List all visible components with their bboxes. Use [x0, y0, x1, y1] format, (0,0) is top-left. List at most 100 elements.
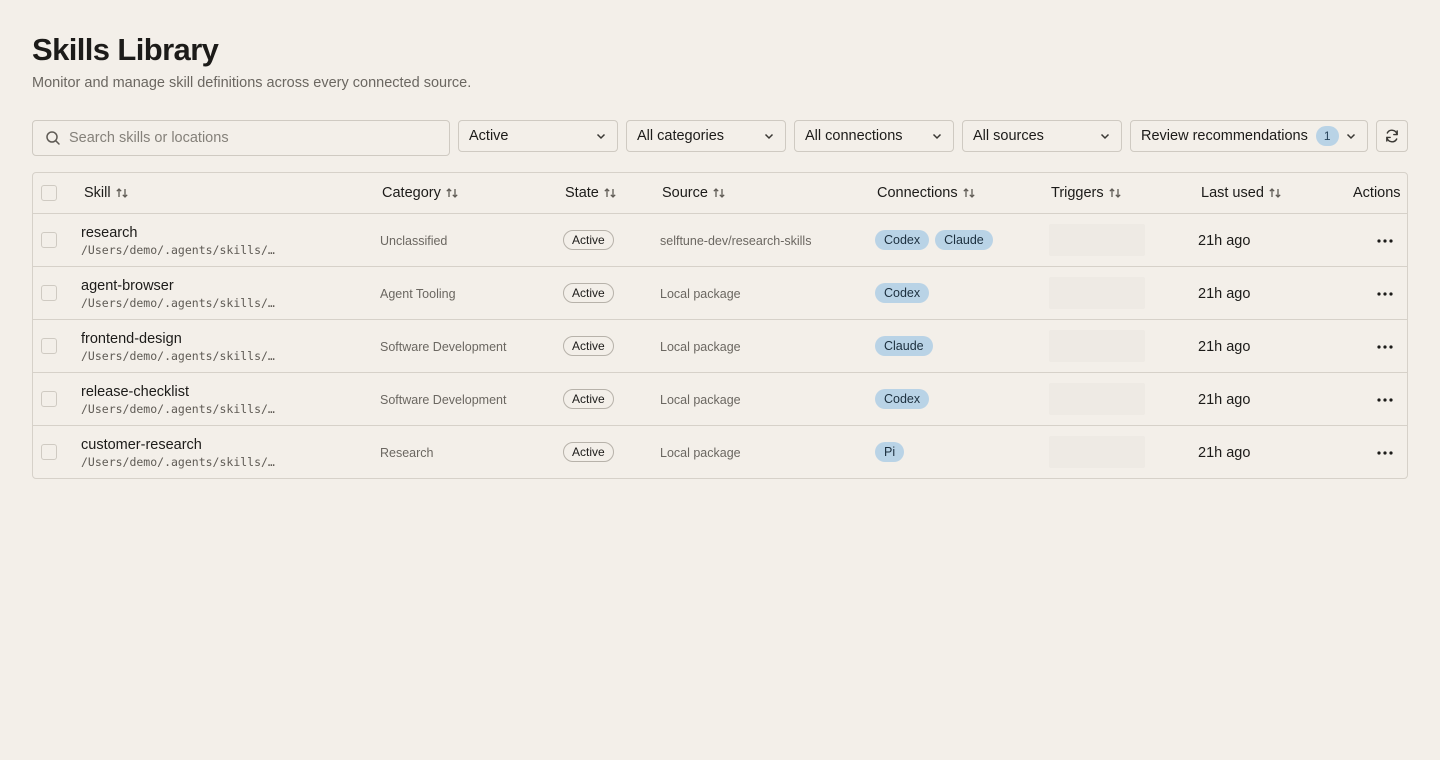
more-actions-icon[interactable] — [1375, 238, 1395, 244]
triggers-placeholder — [1049, 224, 1145, 256]
connection-badges: Codex Claude — [875, 230, 993, 250]
last-used: 21h ago — [1198, 286, 1251, 302]
skill-path: /Users/demo/.agents/skills/… — [81, 296, 275, 310]
source-filter-value: All sources — [973, 128, 1044, 144]
row-checkbox[interactable] — [41, 232, 57, 248]
column-state-label: State — [565, 185, 599, 201]
last-used: 21h ago — [1198, 445, 1251, 461]
last-used: 21h ago — [1198, 233, 1251, 249]
sort-icon — [1108, 188, 1121, 198]
category-filter-value: All categories — [637, 128, 725, 144]
more-actions-icon[interactable] — [1375, 291, 1395, 297]
row-checkbox[interactable] — [41, 391, 57, 407]
more-actions-icon[interactable] — [1375, 344, 1395, 350]
column-triggers[interactable]: Triggers — [1051, 185, 1122, 201]
review-recommendations-button[interactable]: Review recommendations 1 — [1130, 120, 1368, 152]
connection-filter-select[interactable]: All connections — [794, 120, 954, 152]
toolbar: Active All categories All connections Al… — [32, 120, 1408, 156]
connection-badges: Codex — [875, 389, 930, 409]
select-all-checkbox[interactable] — [41, 185, 57, 201]
table-header: Skill Category State Source Connections … — [33, 173, 1407, 214]
skill-source: Local package — [660, 287, 741, 301]
connection-badge: Pi — [875, 442, 905, 462]
skill-category: Unclassified — [380, 234, 448, 248]
triggers-placeholder — [1049, 277, 1145, 309]
sort-icon — [446, 188, 458, 198]
skill-path: /Users/demo/.agents/skills/… — [81, 243, 275, 257]
skill-category: Software Development — [380, 393, 507, 407]
skill-name[interactable]: frontend-design — [81, 331, 182, 347]
column-actions-label: Actions — [1353, 185, 1401, 201]
sort-icon — [713, 188, 725, 198]
last-used: 21h ago — [1198, 392, 1251, 408]
skill-path: /Users/demo/.agents/skills/… — [81, 349, 275, 363]
skills-table: Skill Category State Source Connections … — [32, 172, 1408, 479]
source-filter-select[interactable]: All sources — [962, 120, 1122, 152]
table-row[interactable]: research /Users/demo/.agents/skills/… Un… — [33, 214, 1407, 267]
status-badge: Active — [563, 442, 614, 462]
column-connections[interactable]: Connections — [877, 185, 976, 201]
search-box[interactable] — [32, 120, 450, 156]
recommendation-count-badge: 1 — [1315, 126, 1339, 146]
row-checkbox[interactable] — [41, 338, 57, 354]
triggers-placeholder — [1049, 330, 1145, 362]
connection-badge: Claude — [875, 336, 933, 356]
category-filter-select[interactable]: All categories — [626, 120, 786, 152]
skill-category: Agent Tooling — [380, 287, 456, 301]
sort-icon — [115, 188, 128, 198]
table-row[interactable]: customer-research /Users/demo/.agents/sk… — [33, 426, 1407, 478]
column-state[interactable]: State — [565, 185, 617, 201]
table-row[interactable]: release-checklist /Users/demo/.agents/sk… — [33, 373, 1407, 426]
page-title: Skills Library — [32, 32, 219, 67]
skill-name[interactable]: agent-browser — [81, 278, 174, 294]
search-input[interactable] — [69, 130, 429, 146]
connection-badge: Codex — [875, 283, 930, 303]
connection-badge: Codex — [875, 230, 930, 250]
triggers-placeholder — [1049, 436, 1145, 468]
sort-icon — [604, 188, 616, 198]
more-actions-icon[interactable] — [1375, 397, 1395, 403]
column-connections-label: Connections — [877, 185, 958, 201]
page-subtitle: Monitor and manage skill definitions acr… — [32, 75, 472, 91]
state-filter-select[interactable]: Active — [458, 120, 618, 152]
column-category[interactable]: Category — [382, 185, 459, 201]
connection-filter-value: All connections — [805, 128, 903, 144]
table-row[interactable]: frontend-design /Users/demo/.agents/skil… — [33, 320, 1407, 373]
skill-name[interactable]: release-checklist — [81, 384, 189, 400]
chevron-down-icon — [1100, 133, 1110, 140]
chevron-down-icon — [932, 133, 942, 140]
table-row[interactable]: agent-browser /Users/demo/.agents/skills… — [33, 267, 1407, 320]
column-actions: Actions — [1353, 185, 1401, 201]
connection-badge: Claude — [935, 230, 993, 250]
skill-path: /Users/demo/.agents/skills/… — [81, 455, 275, 469]
column-skill-label: Skill — [84, 185, 111, 201]
sort-icon — [1269, 188, 1281, 198]
refresh-button[interactable] — [1376, 120, 1408, 152]
last-used: 21h ago — [1198, 339, 1251, 355]
column-triggers-label: Triggers — [1051, 185, 1104, 201]
column-last-used[interactable]: Last used — [1201, 185, 1282, 201]
skill-name[interactable]: customer-research — [81, 437, 202, 453]
row-checkbox[interactable] — [41, 444, 57, 460]
skill-source: selftune-dev/research-skills — [660, 234, 812, 248]
review-recommendations-label: Review recommendations — [1141, 128, 1308, 144]
column-skill[interactable]: Skill — [84, 185, 129, 201]
status-badge: Active — [563, 336, 614, 356]
sort-icon — [962, 188, 975, 198]
review-recommendations-content: Review recommendations 1 — [1141, 126, 1339, 146]
search-icon — [46, 131, 60, 145]
column-source[interactable]: Source — [662, 185, 726, 201]
status-badge: Active — [563, 283, 614, 303]
skills-library-page: Skills Library Monitor and manage skill … — [32, 32, 1408, 479]
skill-category: Research — [380, 446, 434, 460]
chevron-down-icon — [1346, 133, 1356, 140]
column-category-label: Category — [382, 185, 441, 201]
row-checkbox[interactable] — [41, 285, 57, 301]
skill-source: Local package — [660, 446, 741, 460]
status-badge: Active — [563, 389, 614, 409]
skill-source: Local package — [660, 393, 741, 407]
more-actions-icon[interactable] — [1375, 450, 1395, 456]
connection-badges: Codex — [875, 283, 930, 303]
connection-badges: Pi — [875, 442, 905, 462]
skill-name[interactable]: research — [81, 225, 137, 241]
